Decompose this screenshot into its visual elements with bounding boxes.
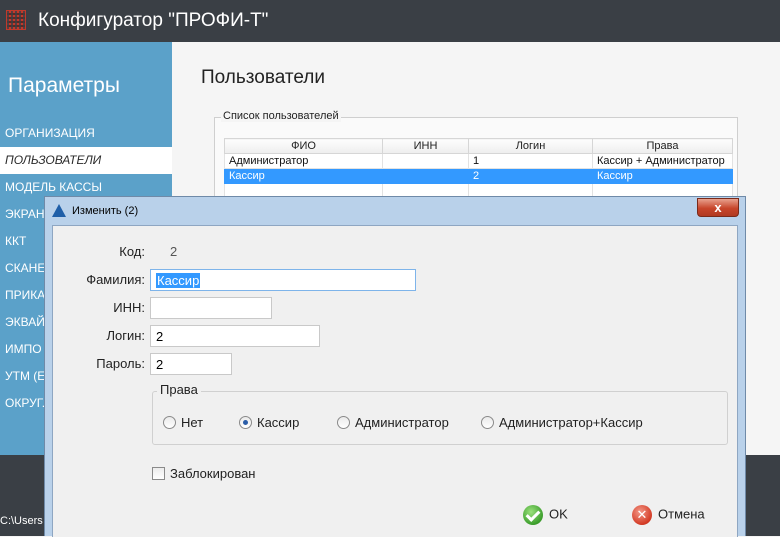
code-label: Код: [119,244,145,259]
column-header-fio[interactable]: ФИО [224,138,383,154]
radio-cashier-label: Кассир [257,415,300,430]
cell-login: 2 [468,168,593,184]
surname-label: Фамилия: [86,272,145,287]
dialog-body: Код: 2 Фамилия: Кассир ИНН: Логин: 2 Пар… [52,225,738,537]
radio-administrator-label: Администратор [355,415,449,430]
radio-cashier-indicator [239,416,252,429]
cancel-button[interactable]: ✕ Отмена [632,505,705,527]
cell-fio: Администратор [224,153,383,169]
edit-dialog: Изменить (2) x Код: 2 Фамилия: Кассир ИН… [44,196,746,537]
blocked-checkbox[interactable]: Заблокирован [152,466,255,481]
blocked-checkbox-indicator [152,467,165,480]
table-row[interactable]: Кассир 2 Кассир [224,168,733,184]
radio-administrator-cashier-indicator [481,416,494,429]
app-titlebar: Конфигуратор "ПРОФИ-Т" [0,0,780,42]
cell-inn [382,168,469,184]
radio-administrator-cashier[interactable]: Администратор+Кассир [481,415,643,431]
column-header-login[interactable]: Логин [468,138,593,154]
cell-rights: Кассир + Администратор [592,153,733,169]
radio-administrator-indicator [337,416,350,429]
sidebar-item-users[interactable]: ПОЛЬЗОВАТЕЛИ [0,147,172,174]
cell-rights: Кассир [592,168,733,184]
cell-fio: Кассир [224,168,383,184]
cancel-icon: ✕ [632,505,652,525]
blocked-checkbox-label: Заблокирован [170,466,256,481]
column-header-inn[interactable]: ИНН [382,138,469,154]
surname-input-value: Кассир [156,273,201,288]
dialog-titlebar[interactable]: Изменить (2) x [45,197,745,225]
ok-button[interactable]: OK [523,505,568,527]
footer-path: C:\Users [0,515,43,527]
radio-administrator[interactable]: Администратор [337,415,449,431]
surname-input[interactable]: Кассир [150,269,416,291]
app-logo-icon [6,10,26,30]
login-input[interactable]: 2 [150,325,320,347]
page-title: Пользователи [201,67,326,88]
cancel-button-label: Отмена [658,506,705,522]
radio-none-indicator [163,416,176,429]
check-icon [523,505,543,525]
code-value: 2 [170,244,178,259]
users-table: ФИО ИНН Логин Права Администратор 1 Касс… [224,138,733,199]
rights-groupbox-label: Права [157,382,201,397]
radio-none-label: Нет [181,415,204,430]
app-title: Конфигуратор "ПРОФИ-Т" [38,10,269,31]
close-button[interactable]: x [697,198,739,217]
dialog-app-icon [52,204,66,217]
ok-button-label: OK [549,506,568,522]
dialog-title: Изменить (2) [72,205,139,217]
sidebar-item-organization[interactable]: ОРГАНИЗАЦИЯ [0,120,172,147]
radio-cashier[interactable]: Кассир [239,415,299,431]
column-header-rights[interactable]: Права [592,138,733,154]
login-label: Логин: [106,328,145,343]
inn-label: ИНН: [113,300,145,315]
radio-none[interactable]: Нет [163,415,203,431]
cell-login: 1 [468,153,593,169]
inn-input[interactable] [150,297,272,319]
table-row[interactable]: Администратор 1 Кассир + Администратор [224,153,733,169]
sidebar-title: Параметры [8,74,120,97]
users-groupbox-label: Список пользователей [221,110,341,122]
radio-administrator-cashier-label: Администратор+Кассир [499,415,643,430]
cell-inn [382,153,469,169]
password-label: Пароль: [96,356,145,371]
password-input[interactable]: 2 [150,353,232,375]
